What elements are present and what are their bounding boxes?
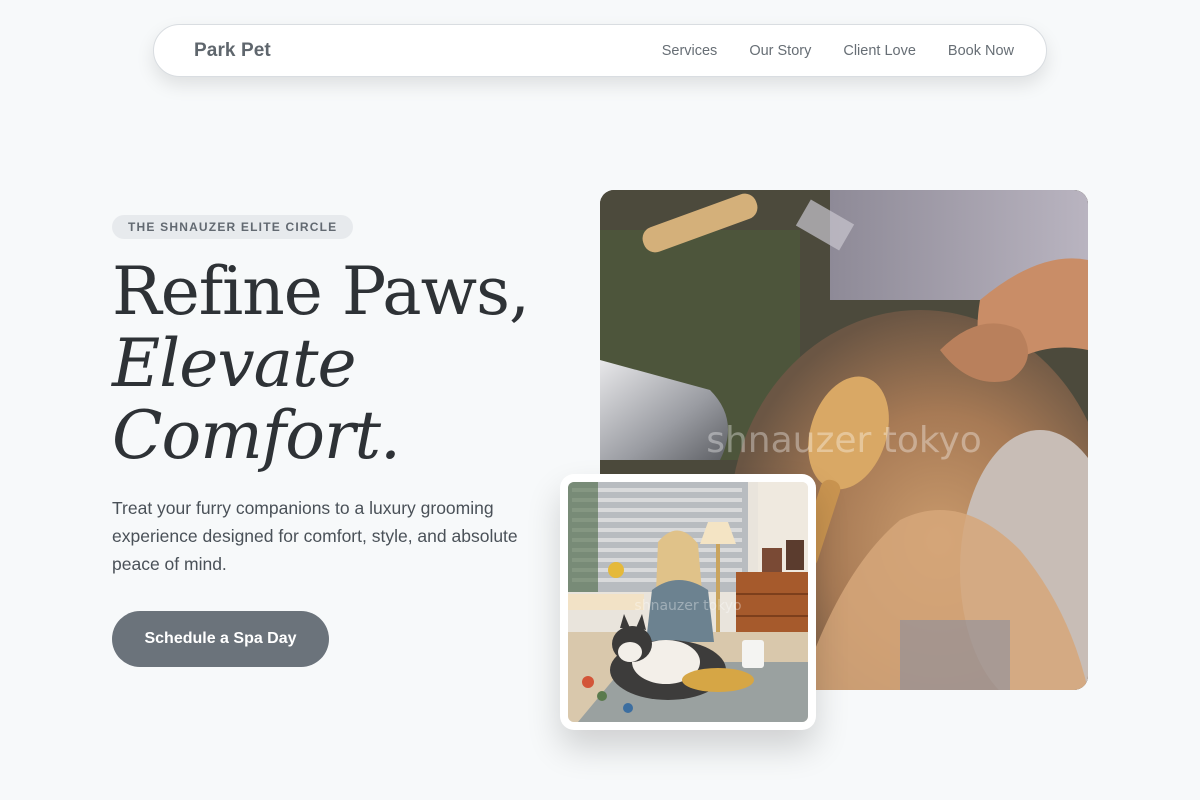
schedule-spa-day-button[interactable]: Schedule a Spa Day (112, 611, 329, 667)
nav-link-services[interactable]: Services (662, 43, 718, 59)
nav-link-our-story[interactable]: Our Story (749, 43, 811, 59)
hero-description: Treat your furry companions to a luxury … (112, 498, 518, 574)
eyebrow-badge: THE SHNAUZER ELITE CIRCLE (112, 215, 354, 239)
brand-logo[interactable]: Park Pet (194, 40, 271, 62)
owner-with-dog-photo-card: shnauzer tokyo (560, 474, 816, 730)
headline-line-2: Elevate (112, 325, 357, 402)
headline-line-3: Comfort. (112, 397, 401, 474)
owner-with-dog-photo: shnauzer tokyo (568, 482, 808, 722)
nav-links: Services Our Story Client Love Book Now (662, 43, 1014, 59)
top-nav: Park Pet Services Our Story Client Love … (153, 24, 1047, 77)
nav-link-client-love[interactable]: Client Love (843, 43, 916, 59)
owner-with-dog-illustration: shnauzer tokyo (568, 482, 808, 722)
nav-link-book-now[interactable]: Book Now (948, 43, 1014, 59)
hero-headline: Refine Paws, Elevate Comfort. (112, 256, 572, 472)
main-photo-watermark: shnauzer tokyo (706, 420, 982, 461)
card-photo-watermark: shnauzer tokyo (634, 598, 741, 614)
headline-line-1: Refine Paws, (112, 253, 530, 330)
